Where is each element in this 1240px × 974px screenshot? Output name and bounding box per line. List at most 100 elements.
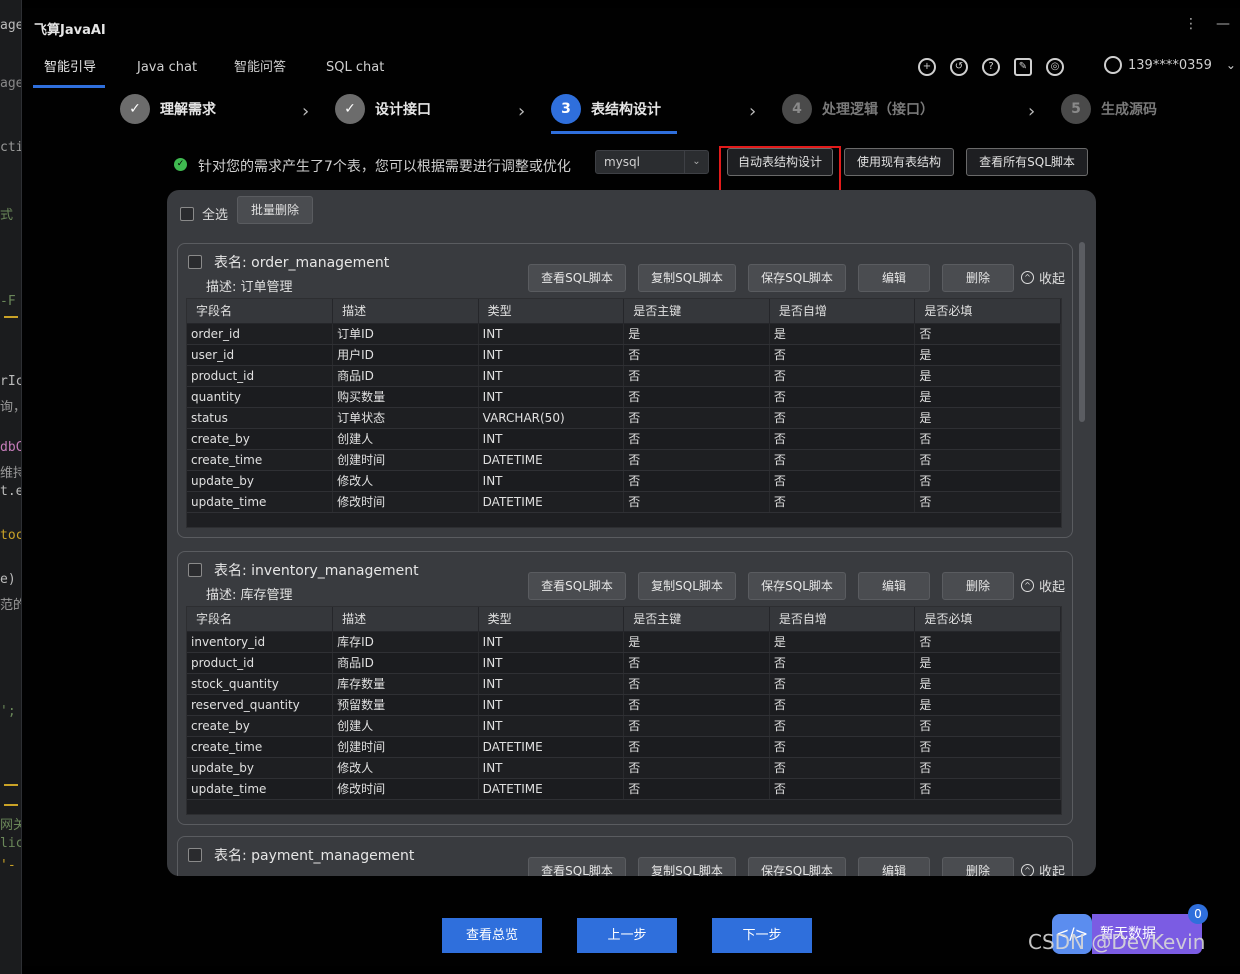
table-row[interactable]: create_time 创建时间 DATETIME 否否否 bbox=[187, 449, 1061, 471]
table-row[interactable]: order_id 订单ID INT 是是否 bbox=[187, 323, 1061, 345]
history-icon[interactable]: ↺ bbox=[950, 58, 968, 76]
select-all-checkbox[interactable] bbox=[180, 206, 194, 221]
overview-button[interactable]: 查看总览 bbox=[442, 918, 542, 953]
table-cell: 创建人 bbox=[332, 715, 479, 737]
table-row[interactable]: create_by 创建人 INT 否否否 bbox=[187, 715, 1061, 737]
edit-button[interactable]: 编辑 bbox=[858, 857, 930, 876]
save-sql-button[interactable]: 保存SQL脚本 bbox=[748, 857, 846, 876]
copy-sql-button[interactable]: 复制SQL脚本 bbox=[638, 572, 736, 600]
table-cell: product_id bbox=[187, 652, 334, 674]
delete-button[interactable]: 删除 bbox=[942, 857, 1014, 876]
table-cell: 否 bbox=[914, 491, 1061, 513]
table-cell: 订单ID bbox=[332, 323, 479, 345]
prev-step-button[interactable]: 上一步 bbox=[577, 918, 677, 953]
table-row[interactable]: reserved_quantity 预留数量 INT 否否是 bbox=[187, 694, 1061, 716]
table-row[interactable]: product_id 商品ID INT 否否是 bbox=[187, 365, 1061, 387]
tab-java-chat[interactable]: Java chat bbox=[137, 52, 197, 88]
collapse-toggle[interactable]: ^ 收起 bbox=[1021, 861, 1065, 876]
table-cell: quantity bbox=[187, 386, 334, 408]
view-sql-button[interactable]: 查看SQL脚本 bbox=[528, 264, 626, 292]
table-cell: 商品ID bbox=[332, 652, 479, 674]
table-card-payment-management: 表名: payment_management 查看SQL脚本 复制SQL脚本 保… bbox=[177, 836, 1073, 876]
table-cell: 否 bbox=[914, 631, 1061, 653]
table-row[interactable]: create_time 创建时间 DATETIME 否否否 bbox=[187, 736, 1061, 758]
settings-icon[interactable]: ◎ bbox=[1046, 58, 1064, 76]
edit-button[interactable]: 编辑 bbox=[858, 264, 930, 292]
table-row[interactable]: quantity 购买数量 INT 否否是 bbox=[187, 386, 1061, 408]
table-cell: 否 bbox=[769, 778, 916, 800]
db-type-select[interactable]: mysql ⌄ bbox=[595, 150, 709, 174]
table-cell: 否 bbox=[623, 652, 770, 674]
more-vertical-icon[interactable]: ⋮ bbox=[1184, 16, 1198, 32]
table-cell: 创建时间 bbox=[332, 449, 479, 471]
view-all-sql-button[interactable]: 查看所有SQL脚本 bbox=[966, 148, 1088, 176]
batch-delete-button[interactable]: 批量删除 bbox=[237, 196, 313, 224]
ide-gutter: age age cti 式 -F rIc 询， dbC 维持 t.e toc e… bbox=[0, 0, 22, 974]
view-sql-button[interactable]: 查看SQL脚本 bbox=[528, 857, 626, 876]
table-cell: 是 bbox=[623, 323, 770, 345]
table-cell: 是 bbox=[769, 631, 916, 653]
card-scrollbar[interactable] bbox=[1079, 242, 1085, 422]
add-icon[interactable]: + bbox=[918, 58, 936, 76]
chevron-right-icon: › bbox=[749, 101, 757, 122]
table-checkbox[interactable] bbox=[188, 255, 202, 269]
table-row[interactable]: status 订单状态 VARCHAR(50) 否否是 bbox=[187, 407, 1061, 429]
save-sql-button[interactable]: 保存SQL脚本 bbox=[748, 572, 846, 600]
table-cell: create_by bbox=[187, 428, 334, 450]
gutter-fragment: 网关 bbox=[0, 818, 21, 833]
edit-button[interactable]: 编辑 bbox=[858, 572, 930, 600]
gutter-fragment: '- bbox=[0, 858, 16, 873]
table-checkbox[interactable] bbox=[188, 848, 202, 862]
step-table-design[interactable]: 3 表结构设计 bbox=[551, 94, 661, 124]
step-check-icon: ✓ bbox=[335, 94, 365, 124]
select-all[interactable]: 全选 bbox=[180, 204, 228, 223]
table-header-row: 字段名 描述 类型 是否主键 是否自增 是否必填 bbox=[187, 607, 1061, 632]
table-row[interactable]: product_id 商品ID INT 否否是 bbox=[187, 652, 1061, 674]
edit-icon[interactable]: ✎ bbox=[1014, 58, 1032, 76]
table-row[interactable]: stock_quantity 库存数量 INT 否否是 bbox=[187, 673, 1061, 695]
collapse-toggle[interactable]: ^ 收起 bbox=[1021, 268, 1065, 287]
table-cell: 库存ID bbox=[332, 631, 479, 653]
table-cell: INT bbox=[478, 715, 625, 737]
next-step-button[interactable]: 下一步 bbox=[712, 918, 812, 953]
horizontal-scrollbar[interactable] bbox=[187, 799, 1061, 814]
horizontal-scrollbar[interactable] bbox=[187, 512, 1061, 527]
collapse-toggle[interactable]: ^ 收起 bbox=[1021, 576, 1065, 595]
copy-sql-button[interactable]: 复制SQL脚本 bbox=[638, 264, 736, 292]
step-understand[interactable]: ✓ 理解需求 bbox=[120, 94, 216, 124]
table-row[interactable]: inventory_id 库存ID INT 是是否 bbox=[187, 631, 1061, 653]
collapse-label: 收起 bbox=[1039, 865, 1066, 876]
table-cell: 否 bbox=[914, 449, 1061, 471]
table-row[interactable]: create_by 创建人 INT 否否否 bbox=[187, 428, 1061, 450]
table-checkbox[interactable] bbox=[188, 563, 202, 577]
delete-button[interactable]: 删除 bbox=[942, 264, 1014, 292]
tab-smart-qa[interactable]: 智能问答 bbox=[234, 52, 286, 88]
use-existing-button[interactable]: 使用现有表结构 bbox=[844, 148, 954, 176]
step-generate-code[interactable]: 5 生成源码 bbox=[1061, 94, 1157, 124]
table-cell: DATETIME bbox=[478, 491, 625, 513]
column-header: 是否必填 bbox=[914, 607, 1061, 632]
help-icon[interactable]: ? bbox=[982, 58, 1000, 76]
table-row[interactable]: user_id 用户ID INT 否否是 bbox=[187, 344, 1061, 366]
table-row[interactable]: update_by 修改人 INT 否否否 bbox=[187, 470, 1061, 492]
table-row[interactable]: update_by 修改人 INT 否否否 bbox=[187, 757, 1061, 779]
user-menu[interactable]: 139****0359 ⌄ bbox=[1104, 56, 1236, 74]
table-cell: 否 bbox=[769, 407, 916, 429]
gutter-marker bbox=[4, 804, 18, 806]
table-row[interactable]: update_time 修改时间 DATETIME 否否否 bbox=[187, 778, 1061, 800]
tab-smart-guide[interactable]: 智能引导 bbox=[44, 52, 96, 88]
step-logic[interactable]: 4 处理逻辑（接口） bbox=[782, 94, 934, 124]
save-sql-button[interactable]: 保存SQL脚本 bbox=[748, 264, 846, 292]
table-row[interactable]: update_time 修改时间 DATETIME 否否否 bbox=[187, 491, 1061, 513]
collapse-icon: ^ bbox=[1021, 271, 1034, 284]
table-cell: create_by bbox=[187, 715, 334, 737]
gutter-fragment: 维持 bbox=[0, 466, 21, 481]
delete-button[interactable]: 删除 bbox=[942, 572, 1014, 600]
view-sql-button[interactable]: 查看SQL脚本 bbox=[528, 572, 626, 600]
step-design-api[interactable]: ✓ 设计接口 bbox=[335, 94, 431, 124]
tab-sql-chat[interactable]: SQL chat bbox=[326, 52, 384, 88]
table-cell: INT bbox=[478, 323, 625, 345]
table-cell: 否 bbox=[769, 736, 916, 758]
minimize-icon[interactable]: — bbox=[1216, 16, 1230, 32]
copy-sql-button[interactable]: 复制SQL脚本 bbox=[638, 857, 736, 876]
